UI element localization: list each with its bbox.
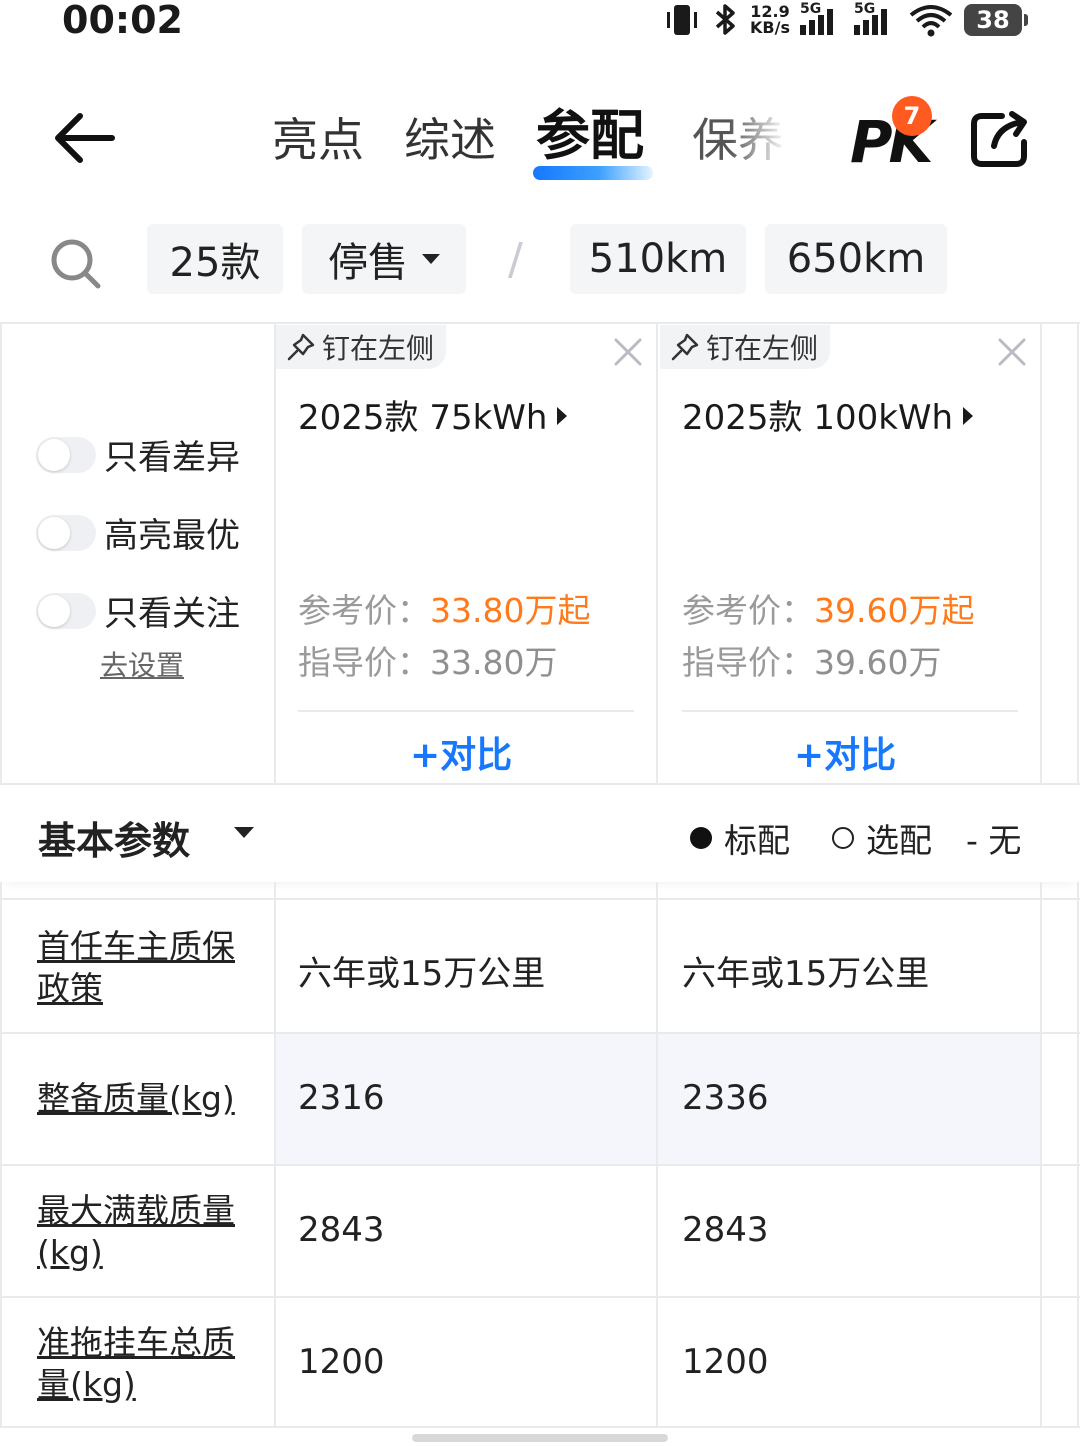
battery-icon: 38 [964,4,1028,36]
add-compare-button[interactable]: +对比 [410,726,512,778]
grid-line [0,322,2,785]
status-icons: 12.9 KB/s 5G 5G 38 [662,1,1028,38]
pin-icon [671,333,699,361]
grid-line [0,1032,1080,1034]
grid-line [1040,322,1042,785]
filter-bar: 25款 停售 / 510km 650km [0,224,1080,296]
legend-none: - 无 [966,821,1022,860]
toggle-switch[interactable] [36,436,96,473]
reference-price: 参考价：33.80万起 [298,591,591,630]
grid-line [0,783,1080,785]
param-value: 2843 [682,1210,769,1250]
add-compare-button[interactable]: +对比 [794,726,896,778]
status-filter-dropdown[interactable]: 停售 [302,224,466,294]
grid-line [0,882,2,1428]
filled-dot-icon [690,827,712,849]
grid-line [1077,882,1079,1428]
grid-line [656,882,658,1428]
filter-separator: / [508,234,523,285]
bluetooth-icon [715,4,735,35]
gesture-bar[interactable] [412,1434,668,1442]
grid-line [274,882,276,1428]
close-icon[interactable] [612,336,644,368]
param-value: 2336 [682,1078,769,1118]
tab-maintenance[interactable]: 保养 [692,112,784,168]
param-value: 2843 [298,1210,385,1250]
toggle-only-diff[interactable]: 只看差异 [36,430,240,479]
share-icon[interactable] [968,108,1032,172]
range-chip-650[interactable]: 650km [765,224,947,294]
grid-line [0,322,1080,324]
vibrate-icon [667,5,698,35]
param-value: 2316 [298,1078,385,1118]
grid-line [1077,322,1079,785]
back-arrow-icon[interactable] [50,108,120,168]
status-bar: 00:02 12.9 KB/s 5G 5G 38 [0,0,1080,48]
param-label-link[interactable]: 首任车主质保政策 [37,926,259,1010]
grid-line [0,898,1080,900]
divider [298,710,634,712]
close-icon[interactable] [996,336,1028,368]
range-chip-510[interactable]: 510km [570,224,746,294]
net-speed: 12.9 KB/s [750,2,790,37]
grid-line [274,322,276,785]
grid-line [656,322,658,785]
toggle-highlight-best[interactable]: 高亮最优 [36,508,240,557]
param-value: 1200 [298,1342,385,1382]
param-label-link[interactable]: 准拖挂车总质量(kg) [37,1322,259,1406]
guide-price: 指导价：33.80万 [298,643,558,682]
hollow-dot-icon [832,827,854,849]
active-tab-indicator [533,166,653,180]
reference-price: 参考价：39.60万起 [682,591,975,630]
settings-link[interactable]: 去设置 [100,644,184,684]
pin-icon [287,333,315,361]
tab-specs[interactable]: 参配 [536,108,644,164]
model-name-link[interactable]: 2025款 100kWh [682,390,974,439]
pk-count-badge: 7 [892,96,932,136]
toggle-switch[interactable] [36,592,96,629]
section-title: 基本参数 [38,819,191,863]
chevron-down-icon [234,827,254,838]
toggle-switch[interactable] [36,514,96,551]
param-value: 六年或15万公里 [682,954,930,994]
wifi-icon [909,5,953,37]
chevron-down-icon [422,254,440,264]
section-header[interactable]: 基本参数 标配 选配 - 无 [0,786,1080,882]
status-time: 00:02 [62,0,183,42]
pin-left-button[interactable]: 钉在左侧 [276,325,447,369]
search-icon[interactable] [48,236,102,290]
legend-optional: 选配 [832,814,932,862]
legend-standard: 标配 [690,814,790,862]
param-label-link[interactable]: 最大满载质量(kg) [37,1190,259,1274]
guide-price: 指导价：39.60万 [682,643,942,682]
tab-overview[interactable]: 综述 [404,112,496,168]
model-name-link[interactable]: 2025款 75kWh [298,390,568,439]
param-value: 1200 [682,1342,769,1382]
year-filter-chip[interactable]: 25款 [147,224,283,294]
signal-sim1-icon: 5G [800,1,844,35]
param-value: 六年或15万公里 [298,954,546,994]
divider [682,710,1018,712]
highlight-row-bg [276,1034,1040,1164]
grid-line [1040,882,1042,1428]
signal-sim2-icon: 5G [854,1,898,35]
tab-highlights[interactable]: 亮点 [272,112,364,168]
param-label-link[interactable]: 整备质量(kg) [37,1078,259,1120]
grid-line [0,1296,1080,1298]
pin-left-button[interactable]: 钉在左侧 [660,325,831,369]
grid-line [0,1426,1080,1428]
grid-line [0,1164,1080,1166]
triangle-right-icon [557,407,568,425]
toggle-only-followed[interactable]: 只看关注 [36,586,240,635]
triangle-right-icon [963,407,974,425]
